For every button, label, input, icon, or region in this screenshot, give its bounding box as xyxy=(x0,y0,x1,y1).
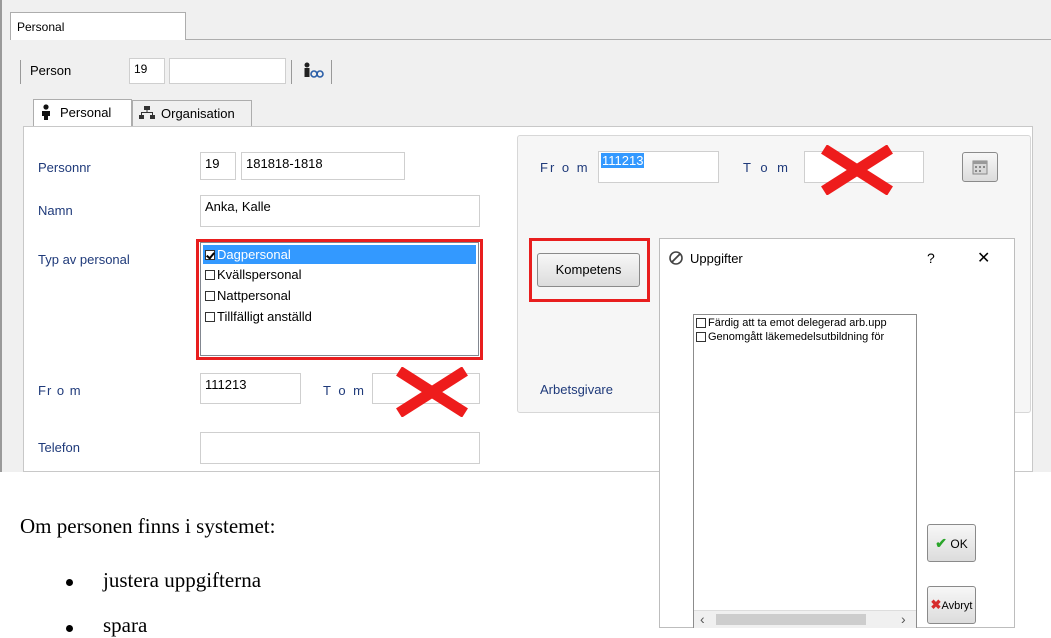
calendar-icon xyxy=(972,159,988,178)
person-id-field[interactable]: 19 xyxy=(129,58,165,84)
list-item-label: Färdig att ta emot delegerad arb.upp xyxy=(708,317,887,329)
scroll-left-icon[interactable]: ‹ xyxy=(700,611,705,627)
checkbox[interactable] xyxy=(696,318,706,328)
list-item-label: Genomgått läkemedelsutbildning för xyxy=(708,331,885,343)
person-label: Person xyxy=(30,63,72,78)
list-item[interactable]: Nattpersonal xyxy=(201,285,478,306)
personnr-id-field[interactable]: 19 xyxy=(200,152,236,180)
toolbar-separator xyxy=(20,60,21,84)
checkbox[interactable] xyxy=(205,249,215,260)
bullet-dot xyxy=(66,625,73,632)
typ-av-personal-label: Typ av personal xyxy=(38,252,130,267)
checkmark-icon: ✔ xyxy=(935,535,948,551)
list-item-label: Dagpersonal xyxy=(217,247,291,262)
tab-personal-label: Personal xyxy=(60,105,112,120)
red-x-mark xyxy=(393,366,471,418)
tab-strip-line xyxy=(186,39,1051,40)
tab-organisation[interactable]: Organisation xyxy=(132,100,252,127)
close-button[interactable]: ✕ xyxy=(977,248,990,268)
person-icon xyxy=(40,103,52,120)
ok-label: OK xyxy=(950,537,968,551)
list-item[interactable]: Dagpersonal xyxy=(203,245,476,264)
list-item[interactable]: Tillfälligt anställd xyxy=(201,306,478,327)
group-tom-label: T o m xyxy=(743,160,791,175)
personnr-field[interactable]: 181818-1818 xyxy=(241,152,405,180)
from-label: Fr o m xyxy=(38,383,82,398)
cancel-x-icon: ✖ xyxy=(930,597,942,612)
ok-button[interactable]: ✔ OK xyxy=(927,524,976,562)
bullet-text: justera uppgifterna xyxy=(103,568,262,592)
checkbox[interactable] xyxy=(696,332,706,342)
namn-field[interactable]: Anka, Kalle xyxy=(200,195,480,227)
document-tab-personal[interactable]: Personal xyxy=(10,12,186,40)
telefon-field[interactable] xyxy=(200,432,480,464)
checkbox[interactable] xyxy=(205,269,215,280)
group-from-date-field[interactable]: 111213 xyxy=(598,151,719,183)
dialog-app-icon xyxy=(669,251,683,265)
dialog-title: Uppgifter xyxy=(690,251,743,266)
bullet-text: spara xyxy=(103,613,148,637)
organisation-icon xyxy=(139,103,155,119)
calendar-button[interactable] xyxy=(962,152,998,182)
cancel-label: Avbryt xyxy=(941,600,973,612)
checkbox[interactable] xyxy=(205,311,215,322)
help-button[interactable]: ? xyxy=(927,250,935,266)
find-person-icon[interactable] xyxy=(302,62,324,82)
selected-text: 111213 xyxy=(601,153,645,168)
bullet-dot xyxy=(66,579,73,586)
person-search-input[interactable] xyxy=(169,58,286,84)
namn-label: Namn xyxy=(38,203,73,218)
kompetens-button[interactable]: Kompetens xyxy=(537,253,640,287)
toolbar-separator xyxy=(291,60,292,84)
personnr-label: Personnr xyxy=(38,160,91,175)
horizontal-scrollbar[interactable]: ‹ › xyxy=(694,610,916,628)
scrollbar-thumb[interactable] xyxy=(716,614,866,625)
list-item-label: Kvällspersonal xyxy=(217,267,302,282)
scroll-right-icon[interactable]: › xyxy=(901,611,906,627)
uppgifter-list[interactable]: Färdig att ta emot delegerad arb.upp Gen… xyxy=(693,314,917,628)
group-from-label: Fr o m xyxy=(540,160,590,175)
typ-av-personal-list[interactable]: Dagpersonal Kvällspersonal Nattpersonal … xyxy=(200,242,479,356)
list-item[interactable]: Genomgått läkemedelsutbildning för xyxy=(694,330,916,344)
red-x-mark xyxy=(818,144,896,196)
checkbox[interactable] xyxy=(205,290,215,301)
cancel-button[interactable]: ✖Avbryt xyxy=(927,586,976,624)
list-item[interactable]: Färdig att ta emot delegerad arb.upp xyxy=(694,316,916,330)
telefon-label: Telefon xyxy=(38,440,80,455)
document-intro-text: Om personen finns i systemet: xyxy=(20,514,276,538)
list-item-label: Nattpersonal xyxy=(217,288,291,303)
tab-organisation-label: Organisation xyxy=(161,106,235,121)
toolbar-separator xyxy=(331,60,332,84)
from-date-field[interactable]: 111213 xyxy=(200,373,301,404)
tab-personal[interactable]: Personal xyxy=(33,99,132,127)
list-item[interactable]: Kvällspersonal xyxy=(201,264,478,285)
arbetsgivare-label: Arbetsgivare xyxy=(540,382,613,397)
list-item-label: Tillfälligt anställd xyxy=(217,309,312,324)
tom-label: T o m xyxy=(323,383,366,398)
